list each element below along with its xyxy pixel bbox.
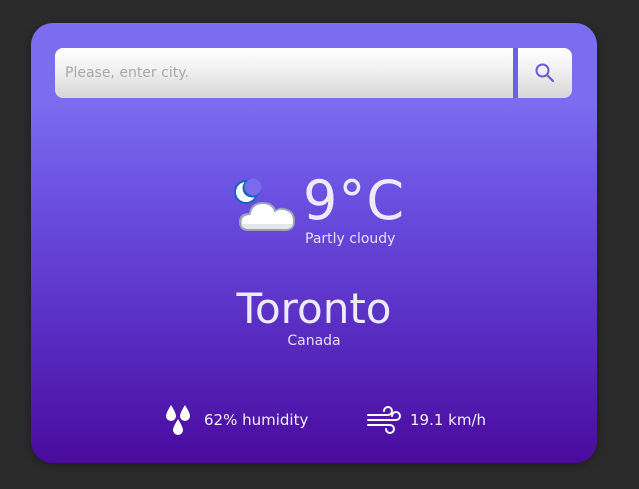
city-search-input[interactable] bbox=[55, 48, 513, 98]
search-bar bbox=[55, 48, 572, 98]
city-name: Toronto bbox=[236, 284, 392, 333]
search-icon bbox=[535, 63, 555, 83]
weather-card: 9°C Partly cloudy Toronto Canada 62% hum… bbox=[31, 23, 597, 463]
temperature: 9°C bbox=[303, 169, 406, 232]
humidity-drops-icon bbox=[166, 405, 190, 435]
wind-stat: 19.1 km/h bbox=[366, 403, 486, 437]
wind-icon bbox=[367, 406, 401, 434]
country-name: Canada bbox=[287, 333, 341, 349]
humidity-value: 62% humidity bbox=[204, 411, 309, 429]
humidity-stat: 62% humidity bbox=[164, 403, 308, 437]
search-button[interactable] bbox=[518, 48, 572, 98]
weather-condition: Partly cloudy bbox=[305, 231, 396, 247]
partly-cloudy-night-icon bbox=[234, 178, 295, 231]
wind-speed-value: 19.1 km/h bbox=[410, 411, 487, 429]
